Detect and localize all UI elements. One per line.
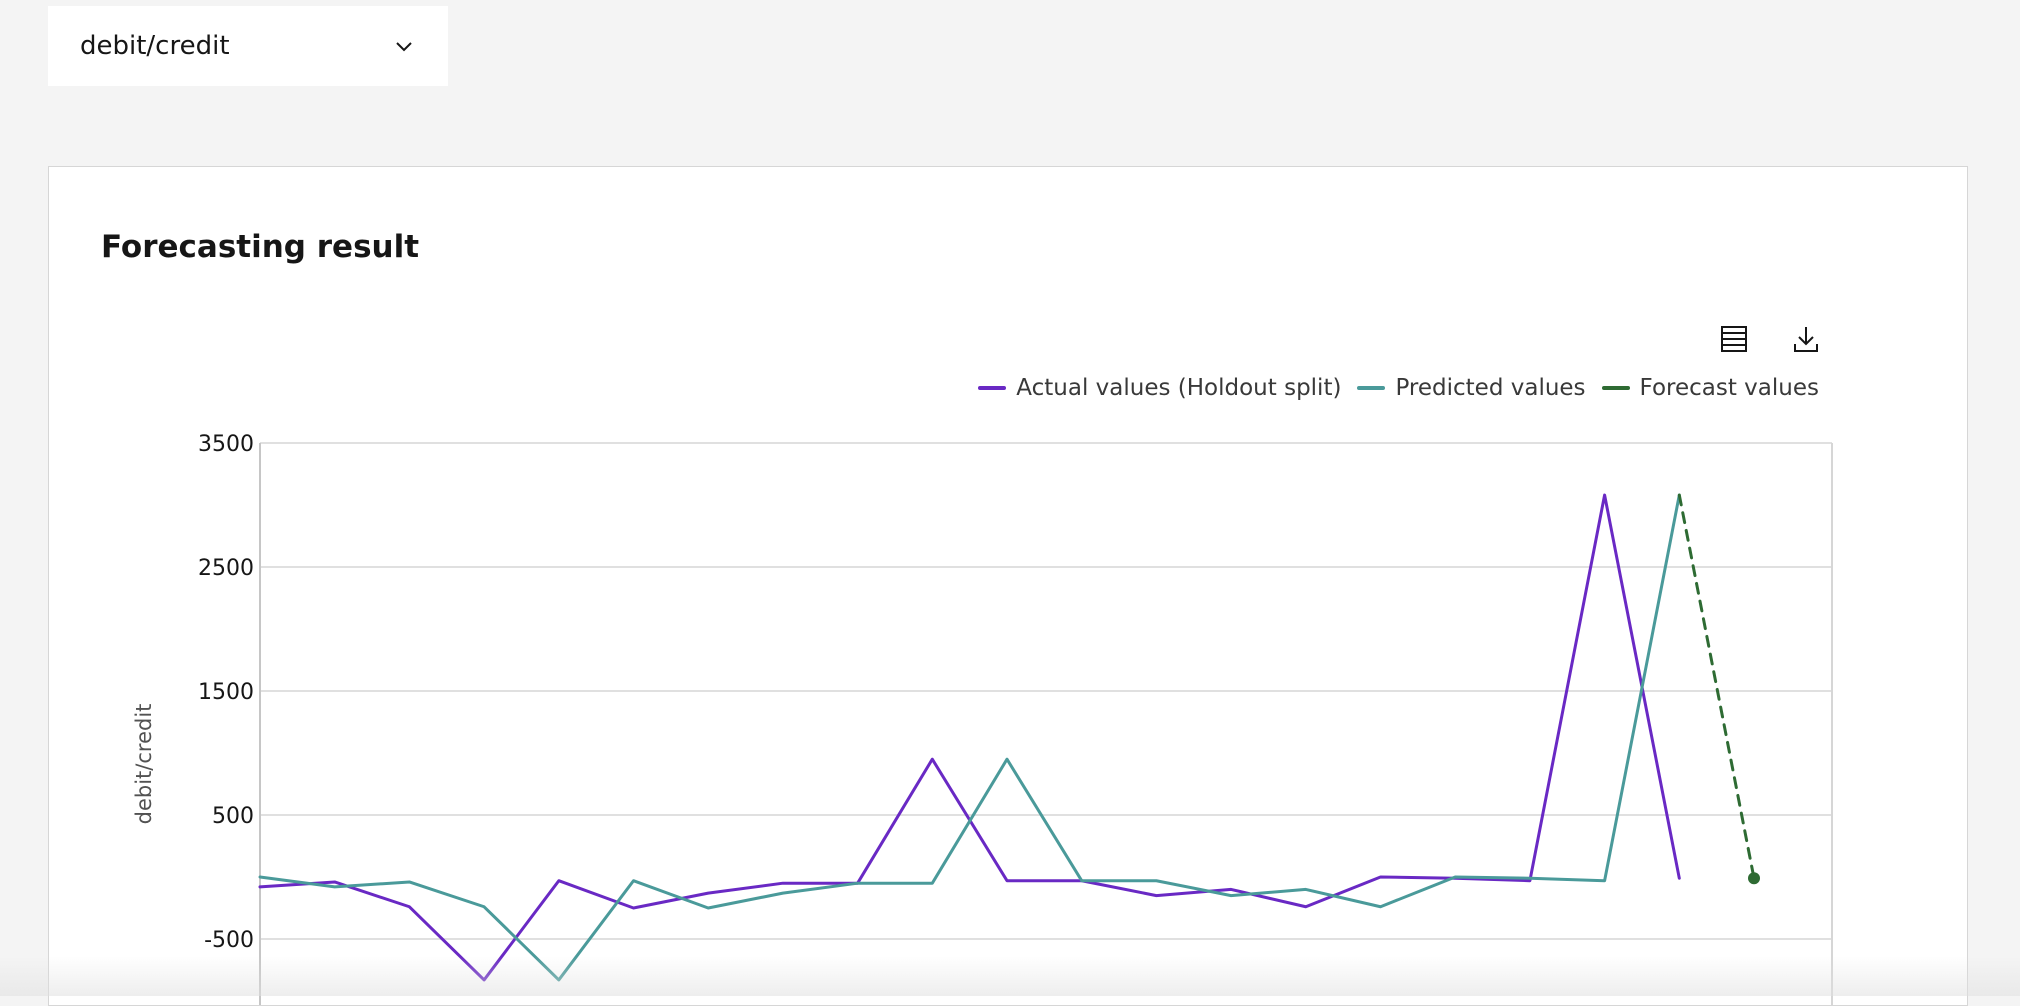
forecast-card: Forecasting result Actual values (Holdou… [48,166,1968,1006]
forecast-line-chart: 3500 2500 1500 500 -500 debit/credit [132,432,1833,1005]
chevron-down-icon [396,42,412,52]
dropdown-selected-value: debit/credit [80,31,230,61]
series-dropdown[interactable]: debit/credit [48,6,448,86]
forecast-point [1748,872,1760,885]
y-tick-label: 500 [212,804,254,829]
y-tick-label: 2500 [198,556,254,581]
forecast-values-line [1677,493,1756,880]
y-tick-label: -500 [204,928,254,953]
y-axis-label: debit/credit [132,704,156,825]
y-tick-label: 3500 [198,432,254,457]
y-tick-label: 1500 [198,680,254,705]
